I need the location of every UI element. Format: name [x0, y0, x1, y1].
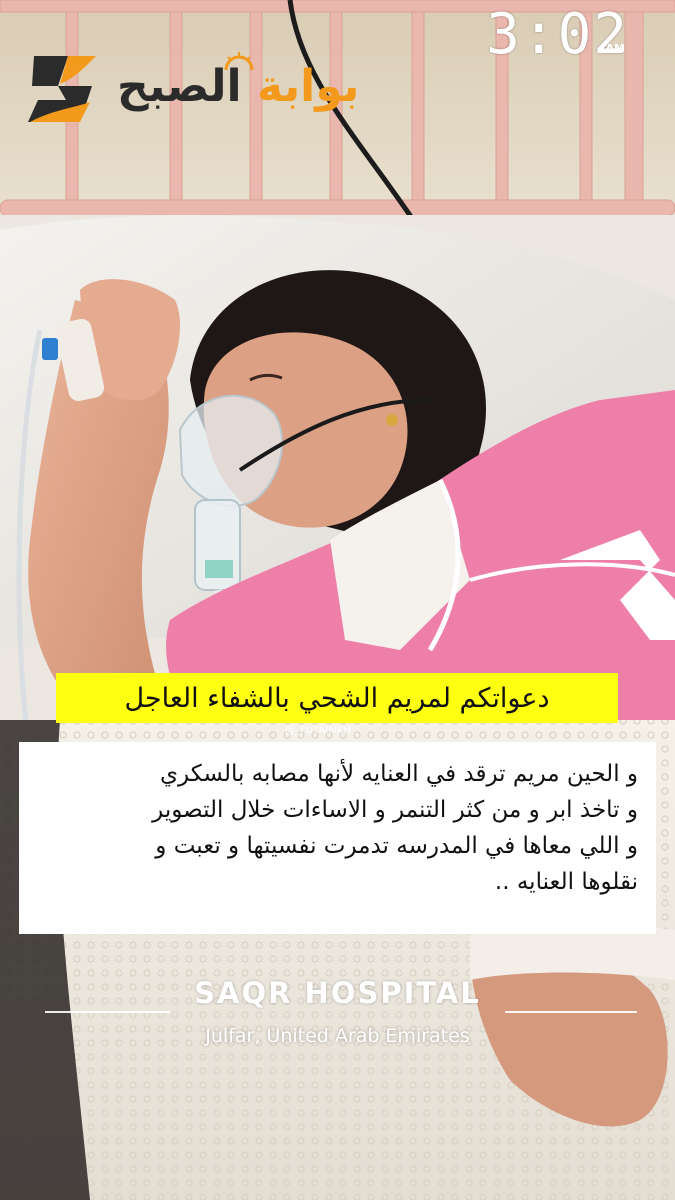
- location-place: Julfar, United Arab Emirates: [205, 1025, 470, 1047]
- location-name: SAQR HOSPITAL: [194, 976, 481, 1010]
- logo-word-1: بوابة: [256, 61, 360, 112]
- caption-line: و اللي معاها في المدرسه تدمرت نفسيتها و …: [155, 833, 638, 859]
- iv-cap: [42, 338, 58, 360]
- location-divider-left: [45, 1011, 170, 1013]
- logo-wordmark: بوابة الصبح: [117, 58, 359, 116]
- headline-text: دعواتكم لمريم الشحي بالشفاء العاجل: [124, 682, 550, 714]
- caption-line: و الحين مريم ترقد في العنايه لأنها مصابه…: [160, 761, 638, 787]
- username-watermark: @_FUTAIMKH: [285, 725, 351, 736]
- site-logo: بوابة الصبح: [22, 50, 382, 128]
- caption-line: نقلوها العنايه ..: [494, 869, 638, 895]
- logo-word-2: الصبح: [117, 61, 242, 112]
- location-divider-right: [505, 1011, 637, 1013]
- caption-box: و الحين مريم ترقد في العنايه لأنها مصابه…: [19, 742, 656, 934]
- logo-emblem: [28, 56, 96, 122]
- earring: [386, 414, 398, 426]
- caption-line: و تاخذ ابر و من كثر التنمر و الاساءات خل…: [152, 797, 638, 823]
- time-sticker: 3:02: [486, 2, 629, 67]
- hospital-photo: [0, 0, 675, 1200]
- time-ampm: AM: [605, 42, 625, 55]
- headline-banner: دعواتكم لمريم الشحي بالشفاء العاجل: [56, 673, 618, 723]
